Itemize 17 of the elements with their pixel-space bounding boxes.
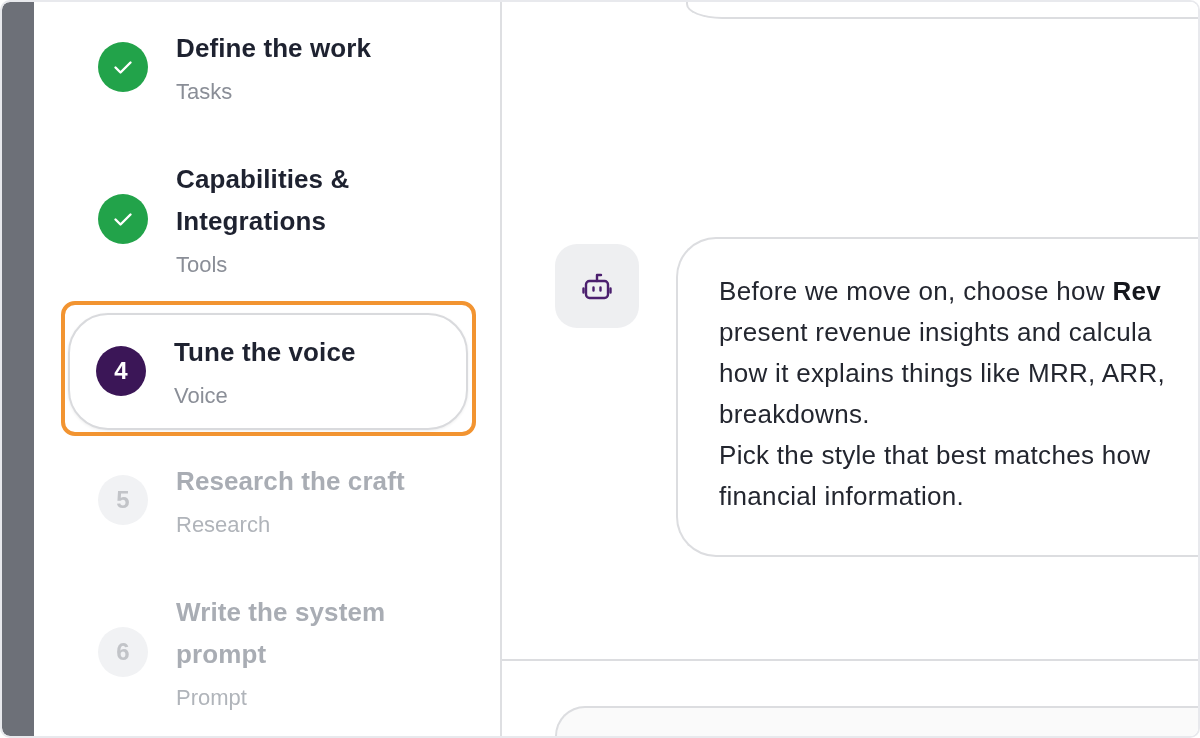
robot-icon [555, 244, 639, 328]
step-item[interactable]: 4 Tune the voice Voice [68, 313, 468, 430]
step-title: Research the craft [176, 465, 405, 498]
step-subtitle: Research [176, 511, 272, 539]
step-title: Tune the voice [174, 336, 356, 369]
step-title: Capabilities & Integrations [176, 163, 351, 238]
step-subtitle: Tasks [176, 78, 234, 106]
step-item[interactable]: Define the work Tasks [70, 9, 468, 126]
step-title: Define the work [176, 32, 372, 65]
step-subtitle: Tools [176, 251, 229, 279]
step-subtitle: Prompt [176, 684, 248, 712]
step-item[interactable]: Capabilities & Integrations Tools [70, 140, 468, 299]
step-number: 4 [96, 346, 146, 396]
step-title: Write the system prompt [176, 596, 387, 671]
step-subtitle: Voice [174, 382, 229, 410]
message-text: Before we move on, choose how Rev present revenue insights and calcula how it explains things like MRR, ARR, breakdowns. Pick the style that best matches how financial information. [719, 275, 1167, 513]
message-input-field[interactable] [555, 706, 1198, 736]
